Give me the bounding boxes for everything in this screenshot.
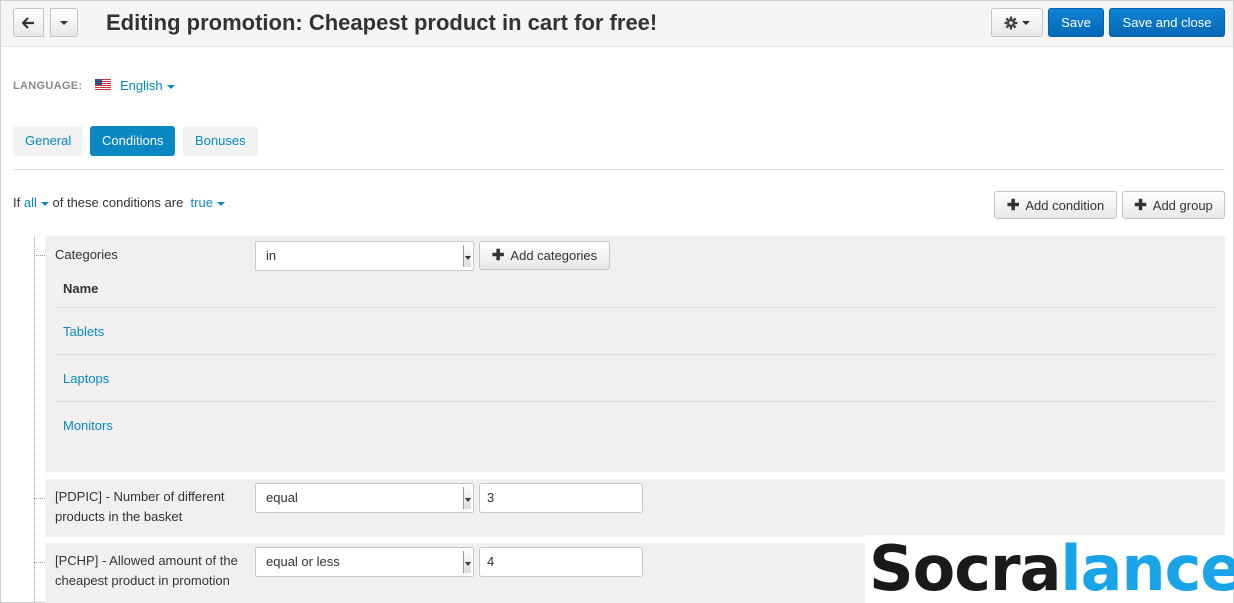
table-row: Monitors bbox=[55, 402, 1215, 449]
categories-table: Name Tablets Laptops Monitors bbox=[55, 274, 1215, 449]
sentence-prefix: If bbox=[13, 195, 21, 210]
tree-branch bbox=[34, 255, 45, 256]
caret-down-icon bbox=[1022, 20, 1030, 25]
operator-value: equal or less bbox=[266, 554, 340, 569]
table-header-name: Name bbox=[55, 274, 1215, 308]
tabs-divider bbox=[13, 169, 1225, 170]
add-categories-label: Add categories bbox=[510, 248, 598, 263]
quantifier-dropdown[interactable]: all bbox=[24, 195, 49, 210]
value-input[interactable]: 4 bbox=[479, 547, 643, 577]
tree-branch bbox=[34, 562, 45, 563]
back-button[interactable] bbox=[13, 8, 44, 37]
caret-down-icon bbox=[216, 201, 225, 206]
conditions-sentence: If all of these conditions are true bbox=[13, 195, 225, 210]
add-condition-button[interactable]: ✚ Add condition bbox=[994, 191, 1117, 219]
plus-icon: ✚ bbox=[1134, 196, 1147, 214]
operator-value: equal bbox=[266, 490, 298, 505]
quantifier-value: all bbox=[23, 195, 37, 210]
language-label: LANGUAGE: bbox=[13, 80, 83, 92]
truth-value-dropdown[interactable]: true bbox=[191, 195, 225, 210]
gear-icon bbox=[1004, 16, 1018, 29]
condition-label-line2: products in the basket bbox=[55, 509, 183, 524]
condition-pdpic: [PDPIC] - Number of different products i… bbox=[45, 479, 1225, 537]
arrow-left-icon bbox=[22, 16, 34, 29]
socralance-watermark: Socralance bbox=[865, 532, 1234, 603]
condition-label: [PCHP] - Allowed amount of the cheapest … bbox=[55, 551, 238, 591]
condition-label-line1: [PCHP] - Allowed amount of the bbox=[55, 553, 238, 568]
tree-line bbox=[34, 237, 35, 603]
watermark-part1: Socra bbox=[869, 532, 1061, 603]
language-dropdown[interactable]: English bbox=[120, 78, 175, 93]
tab-bonuses[interactable]: Bonuses bbox=[183, 126, 258, 156]
sentence-middle: of these conditions are bbox=[52, 195, 184, 210]
value-input[interactable]: 3 bbox=[479, 483, 643, 513]
add-group-label: Add group bbox=[1152, 197, 1213, 213]
plus-icon: ✚ bbox=[491, 247, 505, 264]
condition-label-line2: cheapest product in promotion bbox=[55, 573, 230, 588]
operator-value: in bbox=[266, 248, 277, 263]
back-menu-toggle[interactable] bbox=[50, 8, 78, 37]
save-button[interactable]: Save bbox=[1048, 8, 1104, 37]
condition-label: [PDPIC] - Number of different products i… bbox=[55, 487, 225, 527]
page-header: Editing promotion: Cheapest product in c… bbox=[1, 1, 1233, 47]
select-arrow-icon bbox=[463, 551, 471, 573]
add-group-button[interactable]: ✚ Add group bbox=[1122, 191, 1225, 219]
select-arrow-icon bbox=[463, 245, 471, 267]
table-row: Laptops bbox=[55, 355, 1215, 402]
tab-general[interactable]: General bbox=[13, 126, 83, 156]
condition-categories: Categories in ✚ Add categories Name Table… bbox=[45, 236, 1225, 472]
operator-select[interactable]: equal bbox=[255, 483, 474, 513]
truth-value: true bbox=[190, 195, 213, 210]
add-categories-button[interactable]: ✚ Add categories bbox=[479, 241, 610, 270]
condition-label-line1: [PDPIC] - Number of different bbox=[55, 489, 225, 504]
watermark-part2: lance bbox=[1060, 532, 1234, 603]
caret-down-icon bbox=[166, 84, 175, 89]
settings-dropdown-button[interactable] bbox=[991, 8, 1043, 37]
category-link[interactable]: Monitors bbox=[63, 418, 113, 433]
operator-select[interactable]: in bbox=[255, 241, 474, 271]
table-row: Tablets bbox=[55, 308, 1215, 355]
category-link[interactable]: Tablets bbox=[63, 324, 104, 339]
page-title: Editing promotion: Cheapest product in c… bbox=[106, 10, 658, 35]
us-flag-icon bbox=[95, 79, 111, 90]
add-condition-label: Add condition bbox=[1025, 197, 1105, 213]
tree-branch bbox=[34, 498, 45, 499]
select-arrow-icon bbox=[463, 487, 471, 509]
language-value: English bbox=[120, 78, 163, 93]
plus-icon: ✚ bbox=[1006, 196, 1020, 214]
condition-label: Categories bbox=[55, 247, 118, 262]
tab-conditions[interactable]: Conditions bbox=[90, 126, 175, 156]
caret-down-icon bbox=[40, 201, 49, 206]
caret-down-icon bbox=[60, 20, 68, 25]
operator-select[interactable]: equal or less bbox=[255, 547, 474, 577]
save-and-close-button[interactable]: Save and close bbox=[1109, 8, 1225, 37]
category-link[interactable]: Laptops bbox=[63, 371, 109, 386]
